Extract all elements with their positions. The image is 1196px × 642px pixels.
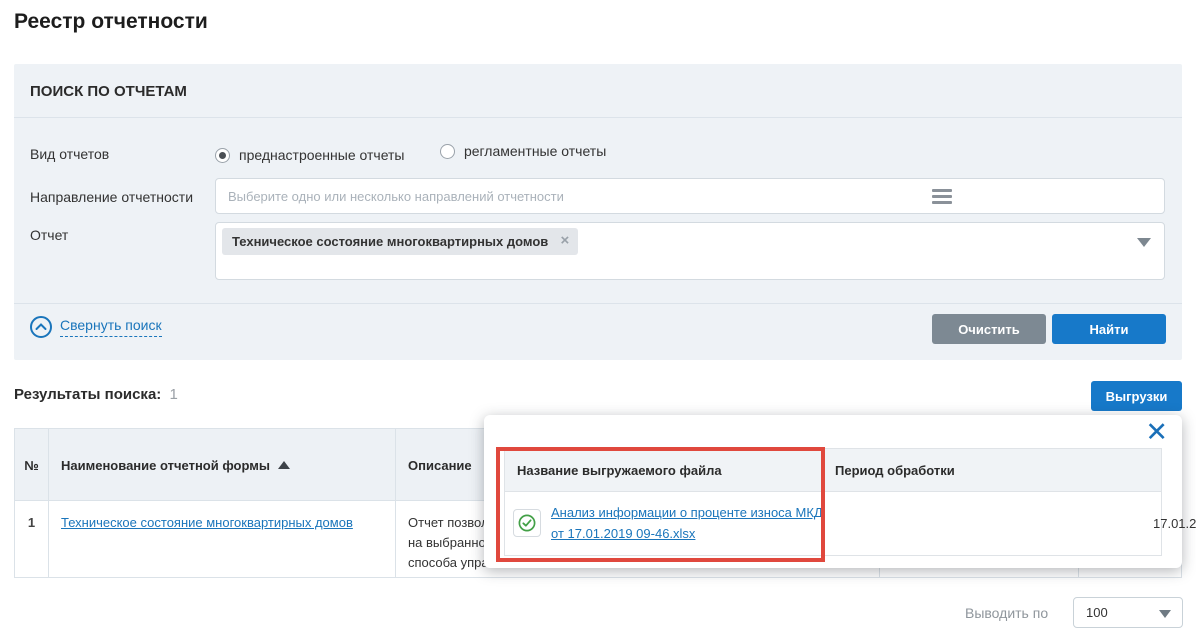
exports-button[interactable]: Выгрузки (1091, 381, 1182, 411)
exports-table: Название выгружаемого файла Период обраб… (504, 448, 1162, 556)
exports-header-period-label: Период обработки (835, 463, 955, 478)
clear-button[interactable]: Очистить (932, 314, 1046, 344)
radio-regulated-reports[interactable]: регламентные отчеты (440, 143, 606, 159)
radio-label: регламентные отчеты (464, 143, 606, 159)
direction-label: Направление отчетности (30, 189, 193, 205)
exports-popup: ✕ Название выгружаемого файла Период обр… (484, 415, 1182, 568)
row-description: Отчет позволя на выбранной способа управ (408, 513, 496, 573)
hamburger-icon[interactable] (932, 189, 952, 204)
exports-row-cell-period: 17.01.2019 09:46:29 - 17.01.2019 09:46:3… (823, 492, 1161, 555)
chevron-down-icon[interactable] (1159, 610, 1171, 618)
page-size-select[interactable]: 100 (1073, 597, 1183, 628)
exports-header-file-label: Название выгружаемого файла (517, 463, 722, 478)
report-type-radio-group: преднастроенные отчеты регламентные отче… (215, 143, 606, 164)
header-description-label: Описание (408, 458, 472, 473)
exports-row-cell-file: Анализ информации о проценте износа МКД … (505, 492, 823, 555)
export-period: 17.01.2019 09:46:29 - 17.01.2019 09:46:3… (1153, 516, 1196, 531)
export-file-link[interactable]: Анализ информации о проценте износа МКД … (551, 502, 823, 544)
radio-label: преднастроенные отчеты (239, 147, 404, 163)
report-label: Отчет (30, 227, 68, 243)
collapse-search-label: Свернуть поиск (60, 317, 162, 337)
radio-unselected-icon[interactable] (440, 144, 455, 159)
results-line: Результаты поиска: 1 (14, 386, 178, 403)
direction-input[interactable] (215, 178, 1165, 214)
search-panel-header: ПОИСК ПО ОТЧЕТАМ (14, 64, 1182, 118)
tag-remove-icon[interactable]: × (561, 233, 570, 248)
report-multiselect[interactable]: Техническое состояние многоквартирных до… (215, 222, 1165, 280)
close-icon[interactable]: ✕ (1145, 415, 1168, 449)
radio-selected-icon[interactable] (215, 148, 230, 163)
exports-header-cell-period: Период обработки (823, 449, 1161, 491)
success-check-icon (513, 509, 541, 537)
page-title: Реестр отчетности (14, 10, 208, 34)
header-cell-name[interactable]: Наименование отчетной формы (49, 429, 396, 500)
chevron-down-icon[interactable] (1137, 238, 1151, 247)
selected-report-tag: Техническое состояние многоквартирных до… (222, 228, 578, 255)
results-label: Результаты поиска: (14, 386, 161, 403)
results-count: 1 (169, 386, 177, 403)
header-cell-num: № (15, 429, 49, 500)
row-num: 1 (15, 515, 48, 530)
sort-asc-icon[interactable] (278, 461, 290, 469)
find-button[interactable]: Найти (1052, 314, 1166, 344)
search-panel-title: ПОИСК ПО ОТЧЕТАМ (30, 83, 187, 100)
row-cell-num: 1 (15, 501, 49, 577)
panel-divider (14, 303, 1182, 304)
collapse-search-link[interactable]: Свернуть поиск (30, 316, 162, 338)
exports-table-row: Анализ информации о проценте износа МКД … (505, 492, 1161, 555)
chevron-up-circle-icon[interactable] (30, 316, 52, 338)
exports-header-cell-file: Название выгружаемого файла (505, 449, 823, 491)
header-num-label: № (15, 458, 48, 473)
row-cell-name: Техническое состояние многоквартирных до… (49, 501, 396, 577)
page-size-value: 100 (1086, 605, 1108, 620)
radio-preconfigured-reports[interactable]: преднастроенные отчеты (215, 147, 404, 163)
search-panel: ПОИСК ПО ОТЧЕТАМ Вид отчетов преднастрое… (14, 64, 1182, 360)
page-size-label: Выводить по (965, 605, 1048, 621)
exports-table-header: Название выгружаемого файла Период обраб… (505, 449, 1161, 492)
report-form-link[interactable]: Техническое состояние многоквартирных до… (61, 515, 353, 530)
report-type-label: Вид отчетов (30, 146, 109, 162)
selected-report-tag-text: Техническое состояние многоквартирных до… (232, 234, 548, 249)
header-name-label[interactable]: Наименование отчетной формы (61, 458, 290, 473)
